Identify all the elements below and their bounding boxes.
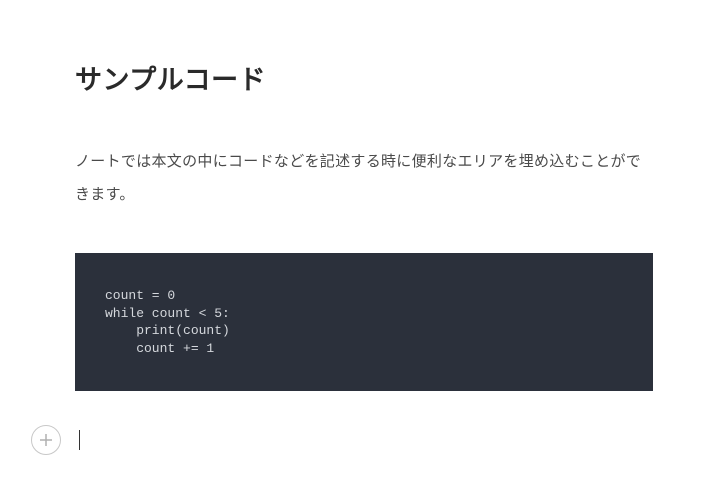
- page-heading: サンプルコード: [75, 58, 653, 97]
- add-block-button[interactable]: [31, 425, 61, 455]
- text-cursor[interactable]: [79, 430, 80, 450]
- code-block[interactable]: count = 0 while count < 5: print(count) …: [75, 253, 653, 391]
- body-paragraph: ノートでは本文の中にコードなどを記述する時に便利なエリアを埋め込むことができます…: [75, 145, 653, 211]
- add-block-row: [31, 425, 653, 455]
- plus-icon: [39, 433, 53, 447]
